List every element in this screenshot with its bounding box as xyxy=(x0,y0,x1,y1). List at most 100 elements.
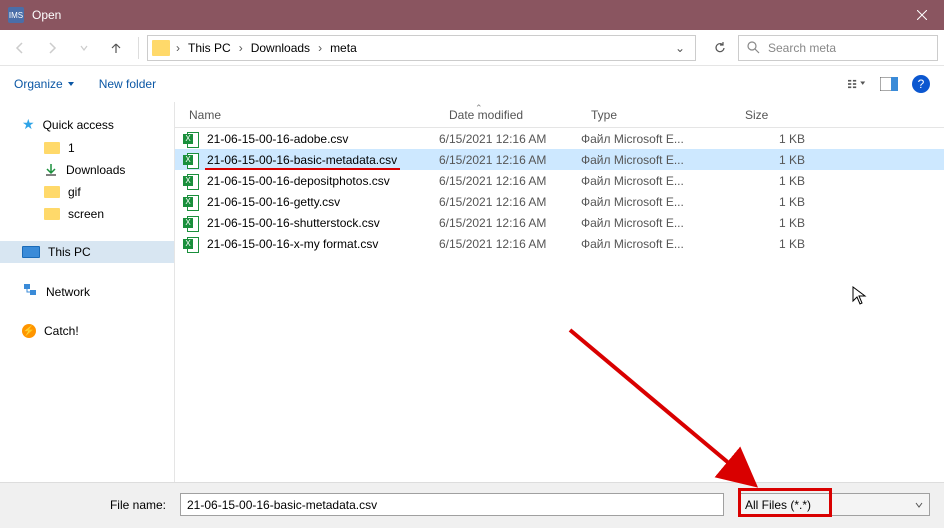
column-date[interactable]: Date modified xyxy=(435,108,577,122)
file-date: 6/15/2021 12:16 AM xyxy=(439,132,581,146)
file-type: Файл Microsoft E... xyxy=(581,132,735,146)
catch-icon: ⚡ xyxy=(22,324,36,338)
filename-label: File name: xyxy=(14,498,174,512)
file-type: Файл Microsoft E... xyxy=(581,195,735,209)
folder-icon xyxy=(152,40,170,56)
file-row[interactable]: 21-06-15-00-16-basic-metadata.csv6/15/20… xyxy=(175,149,944,170)
sort-indicator-icon: ⌃ xyxy=(475,103,483,114)
breadcrumb-this-pc[interactable]: This PC xyxy=(182,41,237,55)
view-options-button[interactable] xyxy=(848,75,866,93)
chevron-down-icon xyxy=(915,501,923,509)
file-type: Файл Microsoft E... xyxy=(581,153,735,167)
toolbar: Organize New folder ? xyxy=(0,66,944,102)
breadcrumb-downloads[interactable]: Downloads xyxy=(245,41,316,55)
address-bar[interactable]: › This PC › Downloads › meta ⌄ xyxy=(147,35,696,61)
sidebar-item-1[interactable]: 1 xyxy=(0,137,174,159)
file-type: Файл Microsoft E... xyxy=(581,216,735,230)
sidebar-label: Quick access xyxy=(43,118,114,132)
sidebar-label: Network xyxy=(46,285,90,299)
column-size[interactable]: Size xyxy=(731,108,841,122)
folder-icon xyxy=(44,186,60,198)
excel-icon xyxy=(183,173,199,189)
file-size: 1 KB xyxy=(735,195,845,209)
file-size: 1 KB xyxy=(735,153,845,167)
new-folder-label: New folder xyxy=(99,77,156,91)
new-folder-button[interactable]: New folder xyxy=(99,77,156,91)
file-type-filter[interactable]: All Files (*.*) xyxy=(738,493,930,516)
file-row[interactable]: 21-06-15-00-16-shutterstock.csv6/15/2021… xyxy=(175,212,944,233)
file-name: 21-06-15-00-16-adobe.csv xyxy=(203,132,439,146)
file-name: 21-06-15-00-16-getty.csv xyxy=(203,195,439,209)
sidebar-network[interactable]: Network xyxy=(0,279,174,304)
file-name: 21-06-15-00-16-depositphotos.csv xyxy=(203,174,439,188)
column-headers: Name ⌃ Date modified Type Size xyxy=(175,102,944,128)
file-size: 1 KB xyxy=(735,174,845,188)
sidebar-item-screen[interactable]: screen xyxy=(0,203,174,225)
chevron-right-icon[interactable]: › xyxy=(239,41,243,55)
downloads-icon xyxy=(44,163,58,177)
file-list: 21-06-15-00-16-adobe.csv6/15/2021 12:16 … xyxy=(175,128,944,254)
chevron-right-icon[interactable]: › xyxy=(176,41,180,55)
file-row[interactable]: 21-06-15-00-16-x-my format.csv6/15/2021 … xyxy=(175,233,944,254)
excel-icon xyxy=(183,152,199,168)
organize-menu[interactable]: Organize xyxy=(14,77,75,91)
chevron-down-icon[interactable]: ⌄ xyxy=(675,41,685,55)
dialog-body: ★ Quick access 1 Downloads gif screen Th… xyxy=(0,102,944,482)
sidebar-label: This PC xyxy=(48,245,91,259)
search-box[interactable] xyxy=(738,35,938,61)
refresh-button[interactable] xyxy=(706,34,734,62)
file-size: 1 KB xyxy=(735,132,845,146)
forward-button[interactable] xyxy=(38,34,66,62)
sidebar: ★ Quick access 1 Downloads gif screen Th… xyxy=(0,102,175,482)
pc-icon xyxy=(22,246,40,258)
close-icon xyxy=(917,10,927,20)
column-name[interactable]: Name xyxy=(175,108,435,122)
preview-pane-button[interactable] xyxy=(880,75,898,93)
sidebar-quick-access[interactable]: ★ Quick access xyxy=(0,112,174,137)
file-date: 6/15/2021 12:16 AM xyxy=(439,174,581,188)
help-button[interactable]: ? xyxy=(912,75,930,93)
file-row[interactable]: 21-06-15-00-16-getty.csv6/15/2021 12:16 … xyxy=(175,191,944,212)
column-type[interactable]: Type xyxy=(577,108,731,122)
sidebar-item-gif[interactable]: gif xyxy=(0,181,174,203)
separator xyxy=(138,37,139,59)
file-size: 1 KB xyxy=(735,216,845,230)
close-button[interactable] xyxy=(899,0,944,30)
sidebar-label: screen xyxy=(68,207,104,221)
network-icon xyxy=(22,283,38,300)
sidebar-label: 1 xyxy=(68,141,75,155)
excel-icon xyxy=(183,215,199,231)
titlebar: IMS Open xyxy=(0,0,944,30)
file-pane: Name ⌃ Date modified Type Size 21-06-15-… xyxy=(175,102,944,482)
up-button[interactable] xyxy=(102,34,130,62)
annotation-underline xyxy=(205,168,400,170)
filename-input[interactable] xyxy=(180,493,724,516)
file-row[interactable]: 21-06-15-00-16-depositphotos.csv6/15/202… xyxy=(175,170,944,191)
navigation-bar: › This PC › Downloads › meta ⌄ xyxy=(0,30,944,66)
search-input[interactable] xyxy=(768,41,929,55)
breadcrumb-meta[interactable]: meta xyxy=(324,41,363,55)
file-date: 6/15/2021 12:16 AM xyxy=(439,237,581,251)
filter-label: All Files (*.*) xyxy=(745,498,811,512)
organize-label: Organize xyxy=(14,77,63,91)
app-icon: IMS xyxy=(8,7,24,23)
back-button[interactable] xyxy=(6,34,34,62)
file-row[interactable]: 21-06-15-00-16-adobe.csv6/15/2021 12:16 … xyxy=(175,128,944,149)
chevron-right-icon[interactable]: › xyxy=(318,41,322,55)
excel-icon xyxy=(183,194,199,210)
sidebar-catch[interactable]: ⚡ Catch! xyxy=(0,320,174,342)
file-date: 6/15/2021 12:16 AM xyxy=(439,195,581,209)
file-date: 6/15/2021 12:16 AM xyxy=(439,153,581,167)
chevron-down-icon xyxy=(67,80,75,88)
excel-icon xyxy=(183,236,199,252)
folder-icon xyxy=(44,208,60,220)
sidebar-this-pc[interactable]: This PC xyxy=(0,241,174,263)
sidebar-label: Catch! xyxy=(44,324,79,338)
file-date: 6/15/2021 12:16 AM xyxy=(439,216,581,230)
file-name: 21-06-15-00-16-x-my format.csv xyxy=(203,237,439,251)
recent-dropdown[interactable] xyxy=(70,34,98,62)
file-name: 21-06-15-00-16-basic-metadata.csv xyxy=(203,153,439,167)
file-type: Файл Microsoft E... xyxy=(581,174,735,188)
star-icon: ★ xyxy=(22,116,35,133)
sidebar-item-downloads[interactable]: Downloads xyxy=(0,159,174,181)
